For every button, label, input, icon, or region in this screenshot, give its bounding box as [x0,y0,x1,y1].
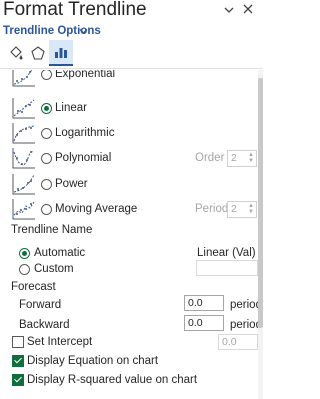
options-scroll-area: Exponential Linear Logarithmic Polynomia… [0,70,263,399]
period-stepper[interactable]: 2 ▲ ▼ [227,201,257,218]
trend-option-exponential[interactable]: Exponential [0,70,263,88]
power-icon [12,174,35,195]
pentagon-icon[interactable] [26,40,50,66]
pane-title: Format Trendline [3,0,147,20]
period-label: Period [195,203,229,215]
trend-option-moving-average[interactable]: Moving Average Period 2 ▲ ▼ [0,197,263,221]
display-equation-checkbox[interactable] [12,355,24,367]
trend-option-polynomial[interactable]: Polynomial Order 2 ▲ ▼ [0,146,263,170]
display-r-squared-label: Display R-squared value on chart [27,374,198,386]
trend-label: Linear [55,102,87,114]
trend-label: Logarithmic [55,127,115,139]
trend-option-linear[interactable]: Linear [0,96,263,120]
trend-label: Polynomial [55,152,112,164]
backward-label: Backward [19,319,70,331]
forward-input[interactable]: 0.0 [184,295,224,311]
radio-name-custom[interactable] [19,264,30,275]
linear-icon [12,98,35,119]
order-stepper[interactable]: 2 ▲ ▼ [227,150,257,167]
trend-label: Exponential [55,70,116,80]
custom-label: Custom [34,263,74,275]
display-r-squared-checkbox[interactable] [12,374,24,386]
trend-option-logarithmic[interactable]: Logarithmic [0,121,263,145]
divider [0,68,263,69]
radio-exponential[interactable] [41,70,52,80]
polynomial-icon [12,148,35,169]
logarithmic-icon [12,123,35,144]
radio-polynomial[interactable] [41,153,52,164]
display-equation-label: Display Equation on chart [27,355,159,367]
set-intercept-checkbox[interactable] [12,336,24,348]
order-value: 2 [231,152,237,164]
radio-moving-average[interactable] [41,204,52,215]
vertical-scrollbar[interactable] [258,70,263,399]
trendline-name-heading: Trendline Name [11,224,93,236]
paint-bucket-icon[interactable] [4,40,28,66]
period-value: 2 [231,203,237,215]
forward-label: Forward [19,299,62,311]
custom-name-input[interactable] [196,260,258,276]
automatic-label: Automatic [34,247,86,259]
bar-chart-icon[interactable] [49,40,73,66]
order-label: Order [195,152,225,164]
radio-linear[interactable] [41,103,52,114]
trend-option-power[interactable]: Power [0,172,263,196]
category-icon-row [0,40,263,68]
stepper-arrows-icon[interactable]: ▲ ▼ [248,152,254,164]
trend-label: Power [55,178,88,190]
forward-value: 0.0 [188,297,203,309]
moving-average-icon [12,199,35,220]
pane-header: Format Trendline [0,0,263,20]
backward-value: 0.0 [188,317,203,329]
forecast-heading: Forecast [11,281,56,293]
scrollbar-thumb[interactable] [258,78,263,328]
exponential-icon [12,70,35,87]
chevron-down-icon[interactable] [79,26,88,38]
radio-name-automatic[interactable] [19,248,30,259]
set-intercept-label: Set Intercept [27,336,93,348]
intercept-value: 0.0 [222,336,237,348]
trend-label: Moving Average [55,203,138,215]
radio-logarithmic[interactable] [41,128,52,139]
chevron-down-icon[interactable] [224,5,234,17]
stepper-arrows-icon[interactable]: ▲ ▼ [248,203,254,215]
backward-input[interactable]: 0.0 [184,315,224,331]
automatic-name-value: Linear (Val) [197,247,256,259]
close-icon[interactable] [243,4,253,17]
intercept-input[interactable]: 0.0 [218,334,258,350]
radio-power[interactable] [41,179,52,190]
